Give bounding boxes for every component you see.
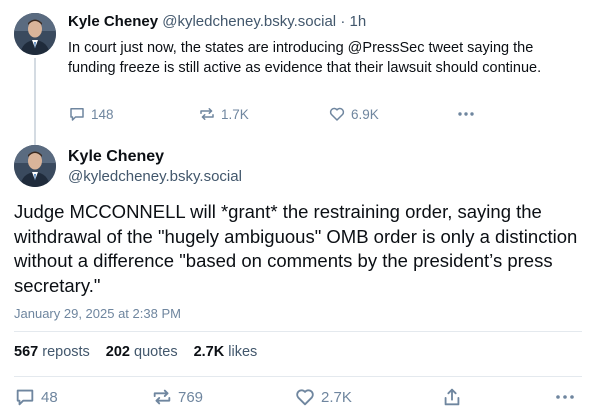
- likes-stat-label: likes: [228, 344, 258, 360]
- more-icon: [554, 387, 576, 407]
- more-button[interactable]: [456, 105, 476, 123]
- avatar[interactable]: [14, 13, 56, 55]
- quotes-stat[interactable]: 202 quotes: [106, 344, 178, 360]
- share-button[interactable]: [441, 386, 554, 408]
- post-time[interactable]: · 1h: [340, 13, 366, 30]
- post-date: January 29, 2025 at 2:38 PM: [14, 306, 181, 321]
- reply-count: 48: [41, 388, 58, 406]
- share-icon: [441, 386, 463, 408]
- repost-count: 769: [178, 388, 204, 406]
- like-count: 6.9K: [351, 106, 379, 122]
- repost-count: 1.7K: [221, 106, 249, 122]
- repost-icon: [198, 105, 216, 123]
- repost-button[interactable]: 769: [151, 386, 294, 408]
- more-icon: [456, 105, 476, 123]
- reply-icon: [68, 105, 86, 123]
- divider: [14, 331, 582, 332]
- like-icon: [328, 105, 346, 123]
- post-actions: 48 769 2.7K: [14, 386, 576, 408]
- author-name[interactable]: Kyle Cheney: [68, 148, 164, 166]
- post-actions: 148 1.7K 6.9K: [68, 105, 476, 123]
- reply-button[interactable]: 48: [14, 386, 151, 408]
- reply-count: 148: [91, 106, 114, 122]
- author-handle[interactable]: @kyledcheney.bsky.social: [68, 168, 242, 185]
- reply-icon: [14, 386, 36, 408]
- like-button[interactable]: 2.7K: [294, 386, 441, 408]
- like-icon: [294, 386, 316, 408]
- like-button[interactable]: 6.9K: [328, 105, 456, 123]
- quotes-stat-count: 202: [105, 344, 130, 360]
- reposts-stat-label: reposts: [42, 344, 90, 360]
- likes-stat[interactable]: 2.7K likes: [194, 344, 258, 360]
- parent-post[interactable]: Kyle Cheney @kyledcheney.bsky.social · 1…: [0, 0, 591, 146]
- quotes-stat-label: quotes: [134, 344, 178, 360]
- post-text: Judge MCCONNELL will *grant* the restrai…: [14, 201, 578, 296]
- likes-stat-count: 2.7K: [193, 344, 225, 360]
- reply-button[interactable]: 148: [68, 105, 198, 123]
- thread-line: [34, 58, 36, 146]
- avatar[interactable]: [14, 145, 56, 187]
- more-button[interactable]: [554, 387, 576, 407]
- divider: [14, 376, 582, 377]
- post-text: In court just now, the states are introd…: [68, 40, 542, 76]
- repost-button[interactable]: 1.7K: [198, 105, 328, 123]
- repost-icon: [151, 386, 173, 408]
- like-count: 2.7K: [321, 388, 352, 406]
- post-header: Kyle Cheney @kyledcheney.bsky.social · 1…: [68, 13, 366, 30]
- reposts-stat[interactable]: 567 reposts: [14, 344, 90, 360]
- author-handle[interactable]: @kyledcheney.bsky.social: [162, 13, 336, 30]
- author-name[interactable]: Kyle Cheney: [68, 13, 158, 30]
- post-stats: 567 reposts 202 quotes 2.7K likes: [14, 344, 273, 360]
- reposts-stat-count: 567: [14, 344, 39, 360]
